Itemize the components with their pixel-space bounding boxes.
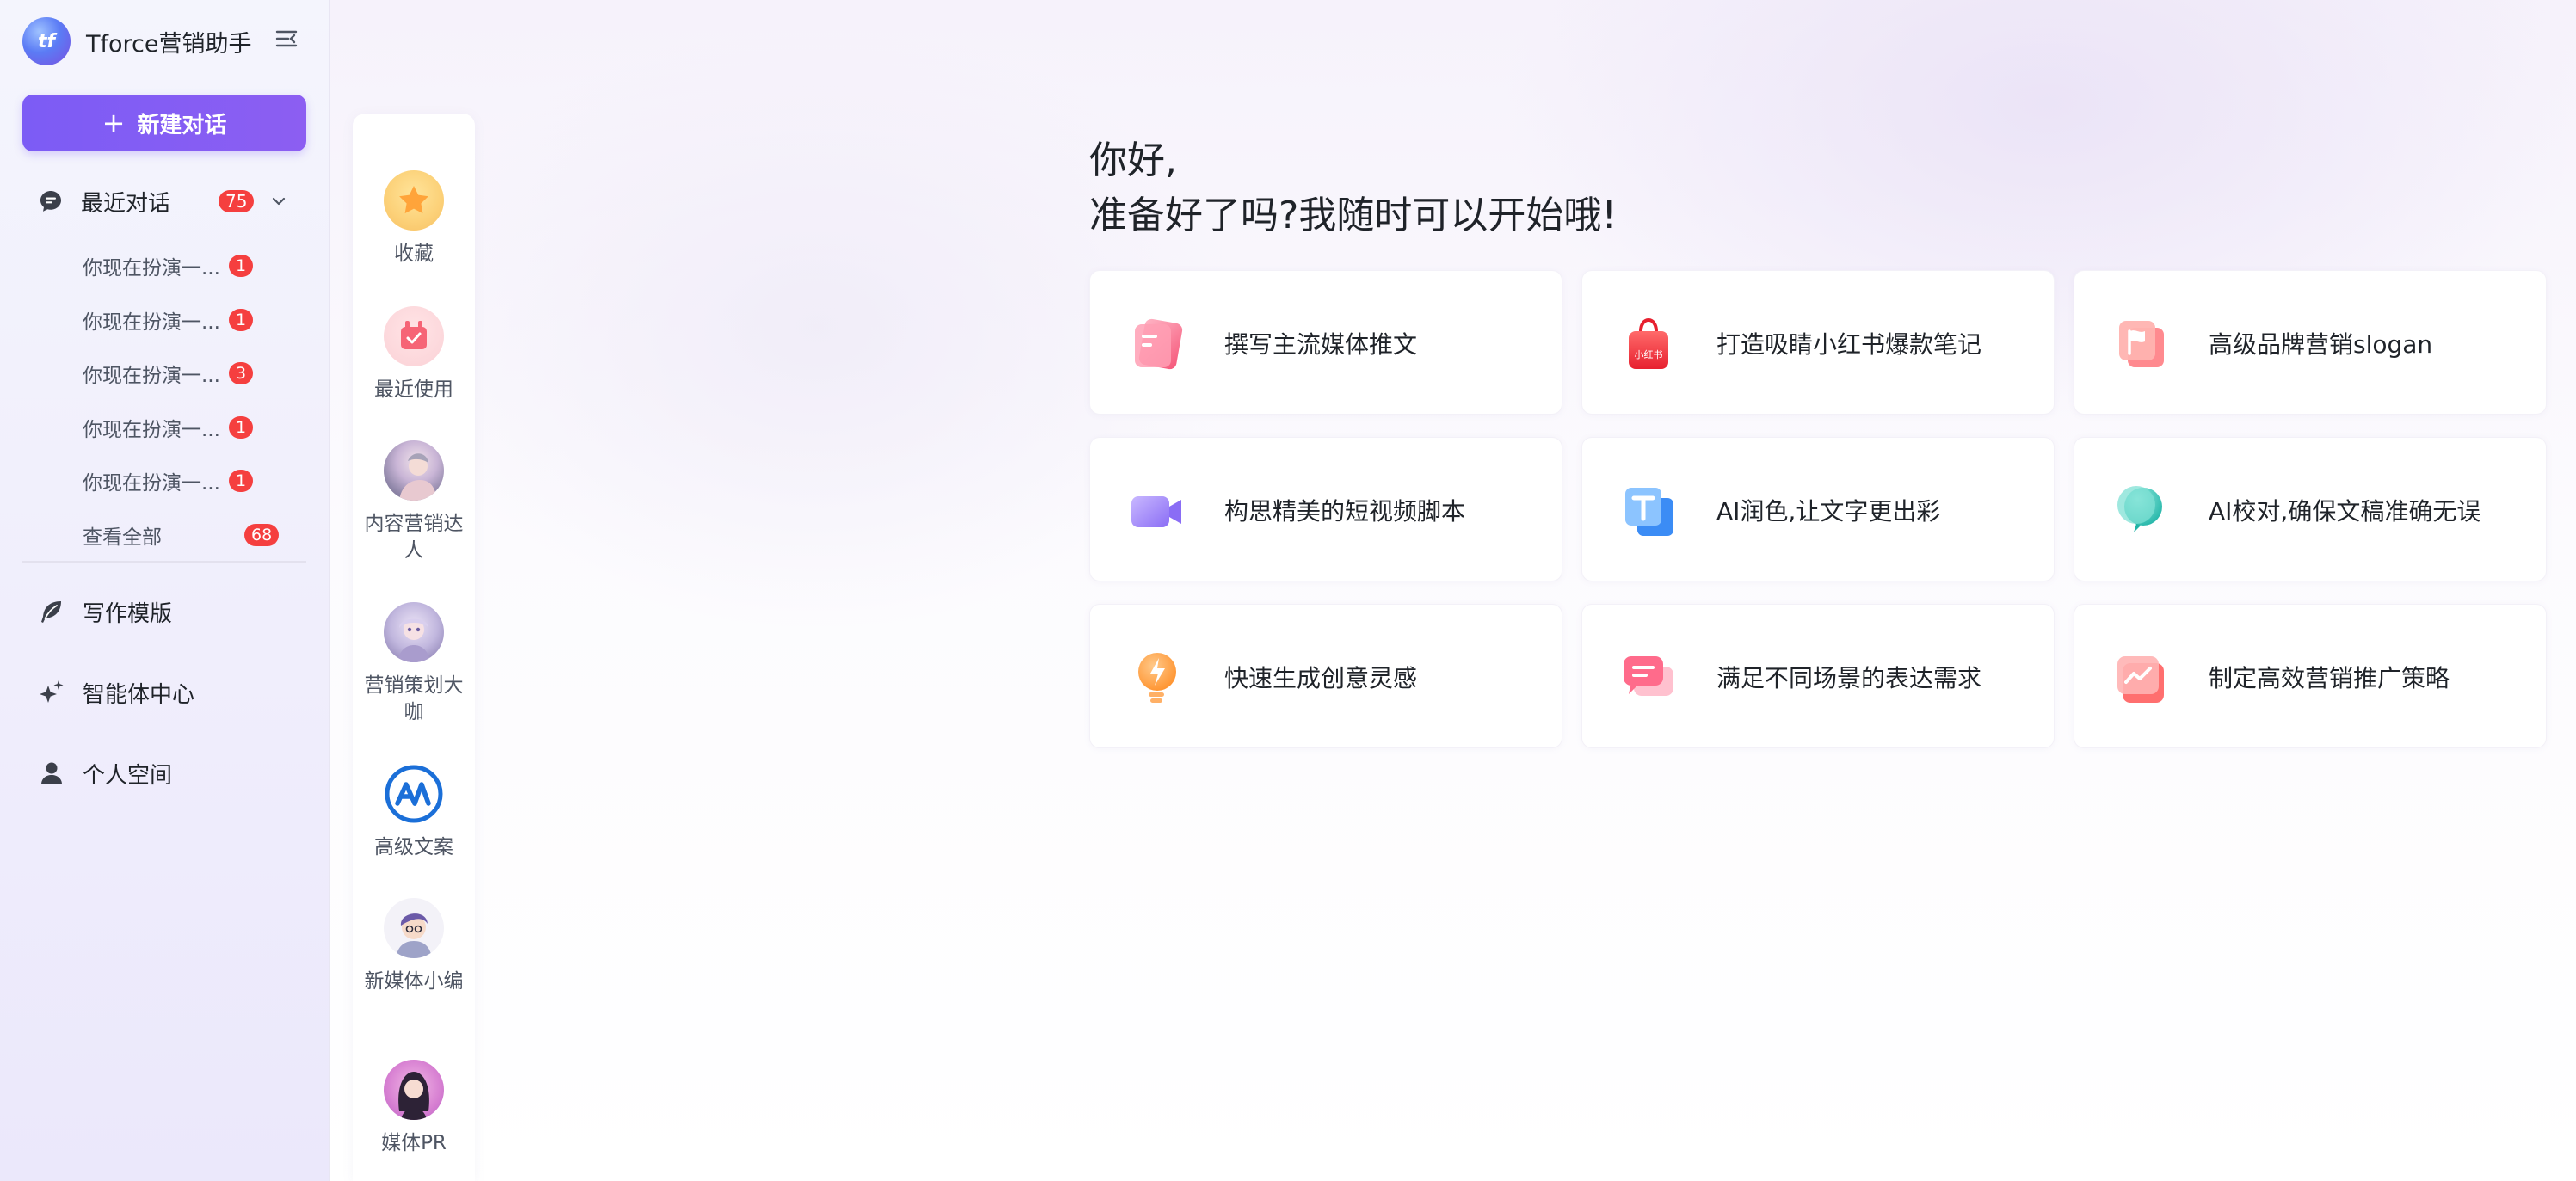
conversation-title: 你现在扮演一... <box>83 311 220 334</box>
prompt-card-media-post[interactable]: 撰写主流媒体推文 <box>1089 270 1562 415</box>
agent-name: 营销策划大咖 <box>364 674 464 723</box>
prompt-card-ai-polish[interactable]: AI润色,让文字更出彩 <box>1581 437 2055 581</box>
collapse-sidebar-icon[interactable] <box>274 26 299 52</box>
prompt-card-label: 撰写主流媒体推文 <box>1224 330 1418 359</box>
recent-count-badge: 75 <box>219 190 255 212</box>
agent-media-pr[interactable]: 媒体PR <box>353 1060 475 1157</box>
prompt-card-label: 打造吸睛小红书爆款笔记 <box>1716 330 1982 359</box>
video-camera-icon <box>1131 496 1181 527</box>
conversation-title: 你现在扮演一... <box>83 365 220 388</box>
avatar <box>384 898 444 958</box>
conversation-item[interactable]: 你现在扮演一... 3 <box>83 347 298 401</box>
greeting-line-1: 你好, <box>1089 138 1177 182</box>
agent-name: 新媒体小编 <box>364 970 464 993</box>
agent-marketing-planner[interactable]: 营销策划大咖 <box>353 602 475 726</box>
prompt-card-xiaohongshu-note[interactable]: 小红书 打造吸睛小红书爆款笔记 <box>1581 270 2055 415</box>
conversation-list: 你现在扮演一... 1 你现在扮演一... 1 你现在扮演一... 3 你现在扮… <box>83 239 298 562</box>
conversation-item[interactable]: 你现在扮演一... 1 <box>83 239 298 293</box>
avatar <box>384 602 444 662</box>
flag-icon <box>2119 321 2164 367</box>
chat-bubble-icon <box>40 191 61 212</box>
agent-shortcuts: 收藏 最近使用 内容营销达人 营销策划大咖 高级文案 新媒体小编 媒体PR <box>353 114 475 1181</box>
avatar <box>384 1060 444 1120</box>
new-chat-label: 新建对话 <box>137 112 227 138</box>
sidebar-divider <box>22 561 306 563</box>
agent-recent[interactable]: 最近使用 <box>353 306 475 403</box>
conversation-badge: 1 <box>229 470 254 492</box>
view-all-count-badge: 68 <box>244 523 280 546</box>
agent-name: 内容营销达人 <box>364 513 464 562</box>
lightbulb-icon <box>1138 653 1176 703</box>
sparkle-icon <box>40 680 64 703</box>
conversation-badge: 1 <box>229 255 254 277</box>
prompt-card-creative-inspiration[interactable]: 快速生成创意灵感 <box>1089 604 1562 748</box>
conversation-title: 你现在扮演一... <box>83 257 220 280</box>
conversation-badge: 1 <box>229 308 254 331</box>
greeting-line-2: 准备好了吗?我随时可以开始哦! <box>1089 194 1617 237</box>
nav-label: 智能体中心 <box>83 681 195 708</box>
prompt-card-label: AI润色,让文字更出彩 <box>1716 497 1941 526</box>
app-logo-text: tf <box>37 30 56 52</box>
agent-new-media-editor[interactable]: 新媒体小编 <box>353 898 475 995</box>
agent-favorites[interactable]: 收藏 <box>353 170 475 268</box>
view-all-label: 查看全部 <box>83 526 162 549</box>
trend-chart-icon <box>2117 656 2164 703</box>
recent-conversations-toggle[interactable]: 最近对话 75 <box>38 181 296 222</box>
recent-bag-icon <box>384 306 444 366</box>
prompt-card-label: 满足不同场景的表达需求 <box>1716 664 1982 692</box>
prompt-card-brand-slogan[interactable]: 高级品牌营销slogan <box>2074 270 2547 415</box>
agent-name: 媒体PR <box>381 1132 447 1154</box>
conversation-title: 你现在扮演一... <box>83 472 220 495</box>
prompt-card-ai-proofread[interactable]: AI校对,确保文稿准确无误 <box>2074 437 2547 581</box>
ai-logo-icon <box>384 764 444 824</box>
prompt-card-video-script[interactable]: 构思精美的短视频脚本 <box>1089 437 1562 581</box>
app-logo: tf <box>22 17 71 65</box>
agent-content-marketer[interactable]: 内容营销达人 <box>353 440 475 564</box>
star-icon <box>384 170 444 231</box>
view-all-conversations[interactable]: 查看全部 68 <box>83 508 298 563</box>
agent-name: 最近使用 <box>374 378 453 401</box>
chevron-down-icon <box>272 197 286 206</box>
agent-name: 收藏 <box>394 243 434 265</box>
document-icon <box>1135 318 1183 370</box>
shopping-bag-icon: 小红书 <box>1629 317 1668 369</box>
prompt-card-label: 高级品牌营销slogan <box>2209 330 2433 359</box>
recent-conversations-label: 最近对话 <box>81 190 171 217</box>
user-icon <box>41 762 62 784</box>
conversation-badge: 1 <box>229 415 254 439</box>
nav-label: 写作模版 <box>83 600 173 627</box>
prompt-card-label: 快速生成创意灵感 <box>1224 664 1418 692</box>
nav-label: 个人空间 <box>83 762 173 789</box>
nav-agent-center[interactable]: 智能体中心 <box>38 669 305 716</box>
prompt-card-promotion-strategy[interactable]: 制定高效营销推广策略 <box>2074 604 2547 748</box>
prompt-card-label: 构思精美的短视频脚本 <box>1224 497 1466 526</box>
prompt-card-scenario-expression[interactable]: 满足不同场景的表达需求 <box>1581 604 2055 748</box>
new-chat-button[interactable]: + 新建对话 <box>22 95 306 151</box>
text-t-icon <box>1625 488 1673 536</box>
balloon-icon <box>2117 486 2162 532</box>
sidebar: tf Tforce营销助手 + 新建对话 最近对话 75 你现在扮演一... 1 <box>0 0 330 1181</box>
leaf-icon <box>41 601 61 623</box>
conversation-title: 你现在扮演一... <box>83 418 220 441</box>
xiaohongshu-icon-text: 小红书 <box>1635 349 1663 360</box>
brand[interactable]: tf Tforce营销助手 <box>22 15 251 67</box>
avatar <box>384 440 444 501</box>
conversation-badge: 3 <box>229 362 254 384</box>
nav-personal-space[interactable]: 个人空间 <box>38 750 305 797</box>
agent-senior-copywriter[interactable]: 高级文案 <box>353 764 475 861</box>
app-title: Tforce营销助手 <box>86 30 252 58</box>
nav-writing-templates[interactable]: 写作模版 <box>38 588 305 635</box>
prompt-card-label: 制定高效营销推广策略 <box>2209 664 2450 692</box>
plus-icon: + <box>102 107 126 139</box>
conversation-item[interactable]: 你现在扮演一... 1 <box>83 454 298 508</box>
chat-bubble-icon <box>1624 656 1673 696</box>
conversation-item[interactable]: 你现在扮演一... 1 <box>83 401 298 455</box>
prompt-card-label: AI校对,确保文稿准确无误 <box>2209 497 2481 526</box>
conversation-item[interactable]: 你现在扮演一... 1 <box>83 293 298 348</box>
agent-name: 高级文案 <box>374 836 453 858</box>
